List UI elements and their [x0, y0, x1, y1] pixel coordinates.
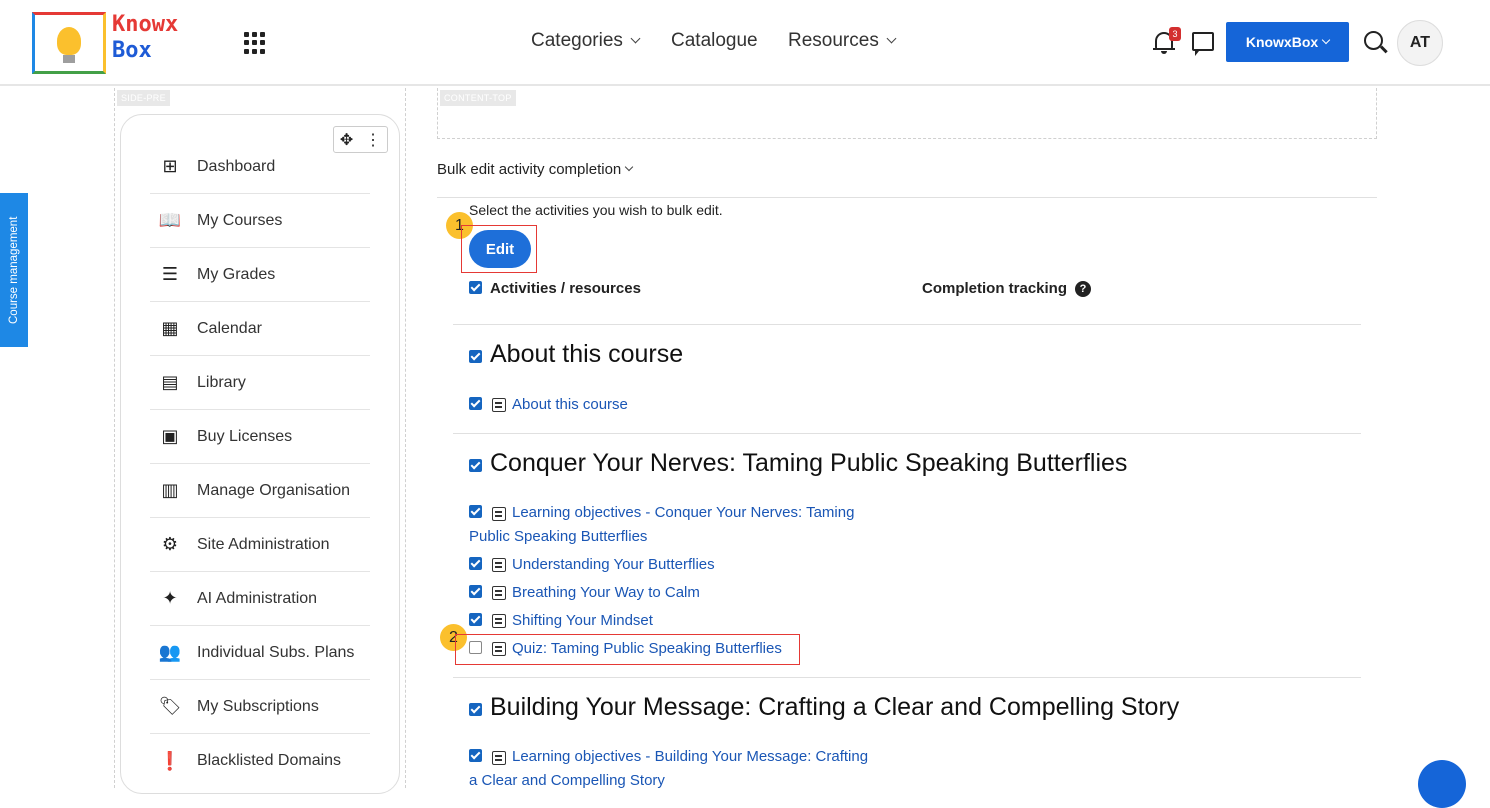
section-checkbox[interactable]: [469, 459, 482, 472]
activity-checkbox[interactable]: [469, 749, 482, 762]
divider: [437, 197, 1377, 198]
search-icon[interactable]: [1364, 31, 1383, 50]
activity-link[interactable]: Understanding Your Butterflies: [512, 556, 715, 573]
activity-link[interactable]: Breathing Your Way to Calm: [512, 584, 700, 601]
activity-link[interactable]: Shifting Your Mindset: [512, 612, 653, 629]
section-title: About this course: [490, 340, 684, 368]
page-icon: [492, 558, 506, 572]
chevron-down-icon: [1321, 35, 1331, 44]
activity-checkbox[interactable]: [469, 397, 482, 410]
activity-checkbox-unchecked[interactable]: [469, 641, 482, 654]
sparkle-icon: ✦: [162, 588, 178, 608]
sidebar-item-ai-administration[interactable]: ✦ AI Administration: [150, 572, 370, 626]
sidebar-item-my-courses[interactable]: 📖 My Courses: [150, 194, 370, 248]
chevron-down-icon: [886, 33, 897, 44]
sidebar-item-site-administration[interactable]: ⚙ Site Administration: [150, 518, 370, 572]
account-menu-button[interactable]: KnowxBox: [1226, 22, 1349, 62]
column-header-completion: Completion tracking: [922, 280, 1068, 297]
select-all-checkbox[interactable]: [469, 281, 482, 294]
divider: [453, 324, 1361, 325]
page-icon: [492, 751, 506, 765]
quiz-icon: [492, 642, 506, 656]
activity-link-continued[interactable]: a Clear and Compelling Story: [469, 772, 665, 789]
nav-categories[interactable]: Categories: [531, 30, 641, 52]
divider: [453, 677, 1361, 678]
page-icon: [492, 398, 506, 412]
edit-button[interactable]: Edit: [469, 230, 531, 268]
app-grid-icon[interactable]: [244, 32, 266, 54]
grades-icon: ☰: [161, 264, 179, 284]
sidebar-item-calendar[interactable]: ▦ Calendar: [150, 302, 370, 356]
sidebar-item-manage-organisation[interactable]: ▥ Manage Organisation: [150, 464, 370, 518]
bulk-edit-dropdown[interactable]: Bulk edit activity completion: [437, 161, 634, 178]
column-header-activities: Activities / resources: [490, 280, 641, 297]
library-icon: ▤: [161, 372, 179, 392]
sidebar-item-dashboard[interactable]: ⊞ Dashboard: [150, 140, 370, 194]
gear-icon: ⚙: [161, 534, 179, 554]
help-icon[interactable]: ?: [1075, 281, 1091, 297]
alert-icon: ❗: [158, 750, 182, 771]
divider: [453, 433, 1361, 434]
page-icon: [492, 507, 506, 521]
book-icon: 📖: [158, 210, 182, 230]
content-top-label: CONTENT-TOP: [440, 90, 516, 106]
activity-checkbox[interactable]: [469, 557, 482, 570]
license-icon: ▣: [161, 426, 179, 446]
content-top-region: [437, 88, 1377, 139]
activity-link[interactable]: Quiz: Taming Public Speaking Butterflies: [512, 640, 782, 657]
chevron-down-icon: [630, 33, 641, 44]
course-management-tab[interactable]: Course management: [0, 193, 28, 347]
calendar-icon: ▦: [161, 318, 179, 338]
messages-icon[interactable]: [1192, 32, 1214, 56]
activity-checkbox[interactable]: [469, 505, 482, 518]
user-avatar[interactable]: AT: [1397, 20, 1443, 66]
section-title: Building Your Message: Crafting a Clear …: [490, 693, 1180, 721]
side-pre-label: SIDE-PRE: [117, 90, 170, 106]
users-icon: 👥: [158, 642, 182, 662]
activity-checkbox[interactable]: [469, 585, 482, 598]
section-checkbox[interactable]: [469, 350, 482, 363]
sidebar-item-library[interactable]: ▤ Library: [150, 356, 370, 410]
sidebar-item-individual-subs-plans[interactable]: 👥 Individual Subs. Plans: [150, 626, 370, 680]
site-logo[interactable]: [32, 12, 106, 74]
activity-link[interactable]: About this course: [512, 396, 628, 413]
lightbulb-icon: [57, 27, 81, 55]
activity-link[interactable]: Learning objectives - Conquer Your Nerve…: [512, 504, 854, 521]
page-icon: [492, 586, 506, 600]
dashboard-icon: ⊞: [162, 156, 178, 176]
nav-resources[interactable]: Resources: [788, 30, 897, 52]
nav-catalogue[interactable]: Catalogue: [671, 30, 758, 52]
tag-icon: 🏷: [158, 696, 182, 716]
help-info-button[interactable]: [1418, 760, 1466, 808]
notification-count-badge: 3: [1169, 27, 1181, 41]
section-title: Conquer Your Nerves: Taming Public Speak…: [490, 449, 1128, 477]
activity-link-continued[interactable]: Public Speaking Butterflies: [469, 528, 647, 545]
logo-text[interactable]: Knowx Box: [112, 12, 178, 64]
section-checkbox[interactable]: [469, 703, 482, 716]
sidebar-item-buy-licenses[interactable]: ▣ Buy Licenses: [150, 410, 370, 464]
activity-link[interactable]: Learning objectives - Building Your Mess…: [512, 748, 868, 765]
chevron-down-icon: [625, 162, 634, 172]
sidebar-item-my-subscriptions[interactable]: 🏷 My Subscriptions: [150, 680, 370, 734]
page-icon: [492, 614, 506, 628]
sidebar-item-my-grades[interactable]: ☰ My Grades: [150, 248, 370, 302]
instruction-text: Select the activities you wish to bulk e…: [469, 202, 723, 218]
activity-checkbox[interactable]: [469, 613, 482, 626]
organisation-icon: ▥: [161, 480, 179, 500]
